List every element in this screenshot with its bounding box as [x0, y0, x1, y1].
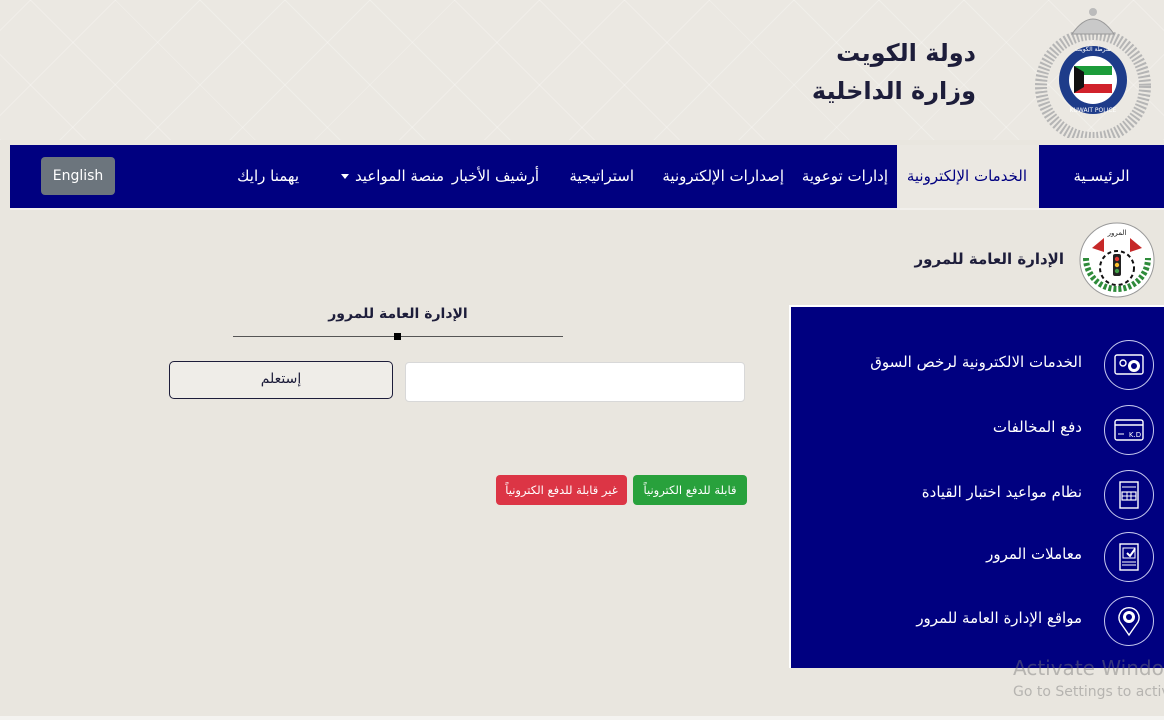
svg-text:K.D: K.D: [1129, 431, 1141, 439]
watermark-line-2: Go to Settings to activate Windows.: [1013, 684, 1164, 700]
nav-appointments[interactable]: منصة المواعيد: [340, 145, 444, 208]
nav-news-archive[interactable]: أرشيف الأخبار: [452, 145, 539, 208]
payable-badge: قابلة للدفع الكترونياً: [633, 475, 747, 505]
nav-strategy[interactable]: استراتيجية: [569, 145, 634, 208]
page-bottom-edge: [0, 716, 1164, 720]
nav-publications[interactable]: إصدارات الإلكترونية: [662, 145, 784, 208]
nav-home[interactable]: الرئيسـية: [1037, 145, 1164, 208]
watermark-line-1: Activate Windows: [1013, 656, 1164, 680]
query-input[interactable]: [405, 362, 745, 402]
not-payable-badge: غير قابلة للدفع الكترونياً: [496, 475, 627, 505]
svg-text:شرطة الكويت: شرطة الكويت: [1075, 46, 1111, 53]
side-item-label: نظام مواعيد اختبار القيادة: [921, 483, 1082, 501]
calendar-icon: [1119, 481, 1139, 509]
divider-dot: [394, 333, 401, 340]
side-item-driving-test-appointments[interactable]: نظام مواعيد اختبار القيادة: [791, 465, 1164, 525]
svg-text:المرور: المرور: [1107, 229, 1127, 237]
brand-line-2: وزارة الداخلية: [811, 77, 976, 105]
side-item-traffic-transactions[interactable]: معاملات المرور: [791, 527, 1164, 587]
header-background: [0, 0, 1164, 140]
caret-down-icon: [340, 174, 349, 179]
form-title: الإدارة العامة للمرور: [328, 306, 468, 322]
nav-eservices[interactable]: الخدمات الإلكترونية: [896, 145, 1037, 208]
location-pin-icon: [1118, 606, 1140, 637]
side-item-label: مواقع الإدارة العامة للمرور: [916, 609, 1082, 627]
side-item-traffic-locations[interactable]: مواقع الإدارة العامة للمرور: [791, 591, 1164, 651]
nav-awareness[interactable]: إدارات توعوية: [802, 145, 888, 208]
main-navbar: الرئيسـية الخدمات الإلكترونية إدارات توع…: [10, 145, 1164, 210]
kuwait-police-emblem-icon[interactable]: شرطة الكويت KUWAIT POLICE: [1034, 4, 1152, 138]
side-item-label: معاملات المرور: [986, 545, 1082, 563]
svg-text:KUWAIT POLICE: KUWAIT POLICE: [1070, 107, 1117, 114]
side-item-driving-license[interactable]: الخدمات الالكترونية لرخص السوق: [791, 335, 1164, 395]
driving-license-icon: [1114, 354, 1144, 375]
department-name: الإدارة العامة للمرور: [914, 250, 1064, 268]
windows-activation-watermark: Activate Windows Go to Settings to activ…: [1013, 655, 1164, 703]
english-language-button[interactable]: English: [41, 157, 115, 195]
clipboard-check-icon: [1119, 543, 1139, 571]
side-item-label: الخدمات الالكترونية لرخص السوق: [870, 353, 1082, 371]
kd-card-payment-icon: K.D: [1114, 419, 1144, 441]
nav-appointments-label: منصة المواعيد: [354, 167, 444, 185]
ministry-title: دولة الكويت وزارة الداخلية: [812, 34, 976, 110]
services-side-menu: الخدمات الالكترونية لرخص السوق K.D دفع ا…: [789, 305, 1164, 668]
side-item-label: دفع المخالفات: [992, 418, 1082, 436]
query-button[interactable]: إستعلم: [169, 361, 393, 399]
brand-line-1: دولة الكويت: [836, 39, 976, 67]
side-item-pay-violations[interactable]: K.D دفع المخالفات: [791, 400, 1164, 460]
nav-feedback[interactable]: يهمنا رايك: [237, 145, 299, 208]
traffic-department-emblem-icon: المرور: [1079, 222, 1155, 298]
